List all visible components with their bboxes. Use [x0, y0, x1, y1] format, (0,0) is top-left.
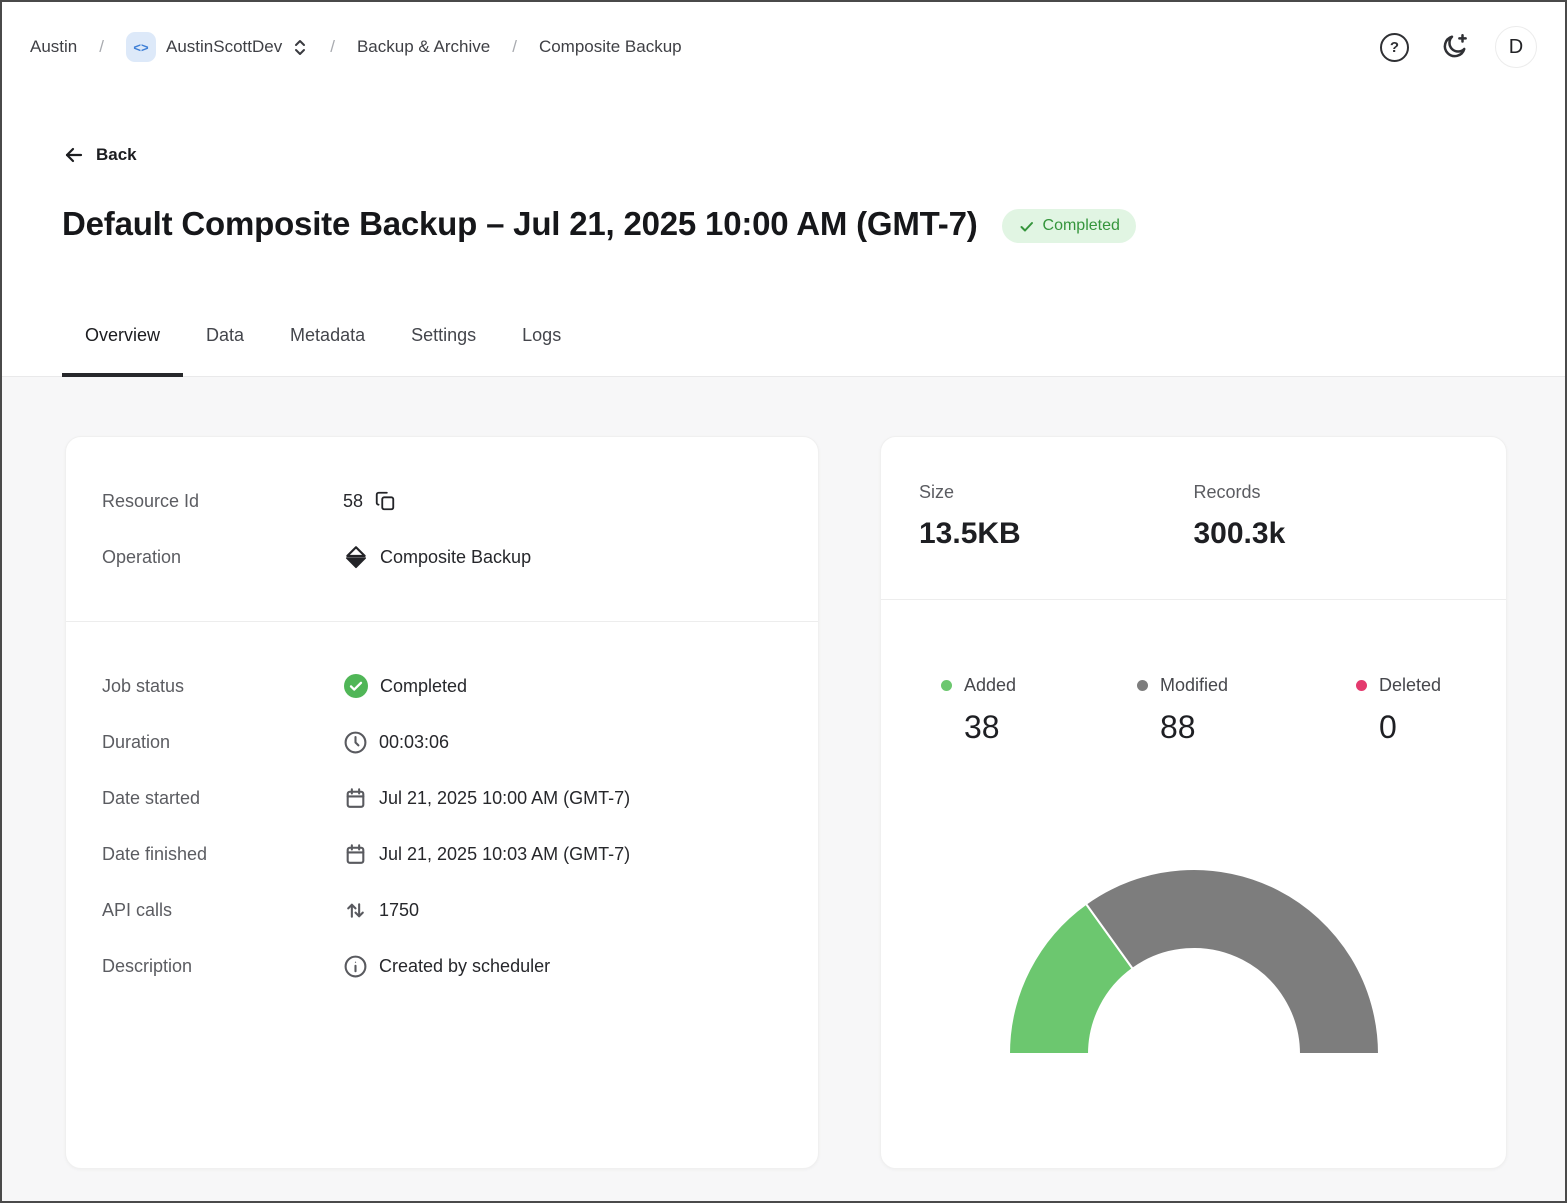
api-calls-label: API calls: [102, 900, 343, 921]
api-calls-value: 1750: [379, 900, 419, 921]
date-finished-label: Date finished: [102, 844, 343, 865]
detail-row-resource-id: Resource Id 58: [102, 487, 782, 515]
detail-row-operation: Operation Composite Backup: [102, 543, 782, 571]
deleted-value: 0: [1356, 706, 1506, 748]
breadcrumb-item-root[interactable]: Austin: [30, 37, 77, 57]
stats-card: Size 13.5KB Records 300.3k Added 38: [880, 436, 1507, 1169]
date-finished-value: Jul 21, 2025 10:03 AM (GMT-7): [379, 844, 630, 865]
detail-row-api-calls: API calls 1750: [102, 896, 782, 924]
modified-value: 88: [1137, 706, 1356, 748]
details-top-section: Resource Id 58 Operation: [66, 437, 818, 622]
composite-diamond-icon: [343, 544, 369, 570]
breadcrumb-separator: /: [330, 37, 335, 57]
title-row: Default Composite Backup – Jul 21, 2025 …: [62, 202, 1505, 246]
resource-id-value: 58: [343, 491, 363, 512]
operation-value: Composite Backup: [380, 547, 531, 568]
help-icon: ?: [1380, 33, 1409, 62]
duration-label: Duration: [102, 732, 343, 753]
date-started-label: Date started: [102, 788, 343, 809]
tab-bar: Overview Data Metadata Settings Logs: [62, 310, 1505, 376]
back-label: Back: [96, 145, 137, 165]
main-content: Resource Id 58 Operation: [2, 377, 1565, 1203]
copy-icon[interactable]: [374, 490, 396, 512]
page-header: Back Default Composite Backup – Jul 21, …: [2, 92, 1565, 377]
back-button[interactable]: Back: [62, 142, 137, 168]
date-started-value: Jul 21, 2025 10:00 AM (GMT-7): [379, 788, 630, 809]
tab-metadata[interactable]: Metadata: [267, 310, 388, 376]
calendar-icon: [343, 786, 368, 811]
duration-value: 00:03:06: [379, 732, 449, 753]
arrows-up-down-icon: [343, 898, 368, 923]
records-value: 300.3k: [1194, 515, 1469, 553]
code-icon: <>: [126, 32, 156, 62]
resource-id-label: Resource Id: [102, 491, 343, 512]
check-icon: [1018, 218, 1035, 235]
details-main-section: Job status Completed Duration: [66, 622, 818, 1030]
breadcrumb: Austin / <> AustinScottDev / Backup & Ar…: [30, 32, 682, 62]
check-circle-icon: [343, 673, 369, 699]
modified-label: Modified: [1160, 675, 1228, 696]
app-window: Austin / <> AustinScottDev / Backup & Ar…: [0, 0, 1567, 1203]
detail-row-date-started: Date started Jul 21, 2025 10:00 AM (GMT-…: [102, 784, 782, 812]
legend-deleted: Deleted 0: [1356, 674, 1506, 748]
records-gauge: [1004, 865, 1384, 1057]
stats-summary: Size 13.5KB Records 300.3k: [881, 437, 1506, 600]
breadcrumb-item-section[interactable]: Backup & Archive: [357, 37, 490, 57]
status-badge: Completed: [1002, 209, 1136, 243]
dark-mode-button[interactable]: [1439, 32, 1469, 62]
breadcrumb-item-org: AustinScottDev: [166, 37, 282, 57]
info-icon: [343, 954, 368, 979]
detail-row-date-finished: Date finished Jul 21, 2025 10:03 AM (GMT…: [102, 840, 782, 868]
org-selector[interactable]: <> AustinScottDev: [126, 32, 308, 62]
deleted-label: Deleted: [1379, 675, 1441, 696]
user-avatar[interactable]: D: [1495, 26, 1537, 68]
breadcrumb-separator: /: [512, 37, 517, 57]
topbar-actions: ? D: [1380, 26, 1537, 68]
clock-icon: [343, 730, 368, 755]
stat-records: Records 300.3k: [1194, 481, 1469, 553]
detail-row-duration: Duration 00:03:06: [102, 728, 782, 756]
topbar: Austin / <> AustinScottDev / Backup & Ar…: [2, 2, 1565, 92]
gauge-container: [881, 865, 1506, 1057]
stat-size: Size 13.5KB: [919, 481, 1194, 553]
tab-data[interactable]: Data: [183, 310, 267, 376]
moon-plus-icon: [1439, 32, 1469, 62]
added-label: Added: [964, 675, 1016, 696]
breadcrumb-separator: /: [99, 37, 104, 57]
tab-logs[interactable]: Logs: [499, 310, 584, 376]
size-label: Size: [919, 481, 1194, 503]
operation-label: Operation: [102, 547, 343, 568]
modified-dot-icon: [1137, 680, 1148, 691]
job-status-label: Job status: [102, 676, 343, 697]
chevron-up-down-icon: [292, 37, 308, 58]
status-badge-label: Completed: [1043, 217, 1120, 235]
description-label: Description: [102, 956, 343, 977]
deleted-dot-icon: [1356, 680, 1367, 691]
arrow-left-icon: [62, 143, 86, 167]
calendar-icon: [343, 842, 368, 867]
help-button[interactable]: ?: [1380, 33, 1409, 62]
detail-row-job-status: Job status Completed: [102, 672, 782, 700]
breadcrumb-item-current: Composite Backup: [539, 37, 682, 57]
legend-added: Added 38: [941, 674, 1137, 748]
detail-row-description: Description Created by scheduler: [102, 952, 782, 980]
tab-overview[interactable]: Overview: [62, 310, 183, 376]
added-value: 38: [941, 706, 1137, 748]
gauge-legend: Added 38 Modified 88 Deleted: [881, 674, 1506, 748]
records-label: Records: [1194, 481, 1469, 503]
size-value: 13.5KB: [919, 515, 1194, 553]
page-title: Default Composite Backup – Jul 21, 2025 …: [62, 202, 978, 246]
details-card: Resource Id 58 Operation: [65, 436, 819, 1169]
legend-modified: Modified 88: [1137, 674, 1356, 748]
tab-settings[interactable]: Settings: [388, 310, 499, 376]
job-status-value: Completed: [380, 676, 467, 697]
added-dot-icon: [941, 680, 952, 691]
description-value: Created by scheduler: [379, 956, 550, 977]
